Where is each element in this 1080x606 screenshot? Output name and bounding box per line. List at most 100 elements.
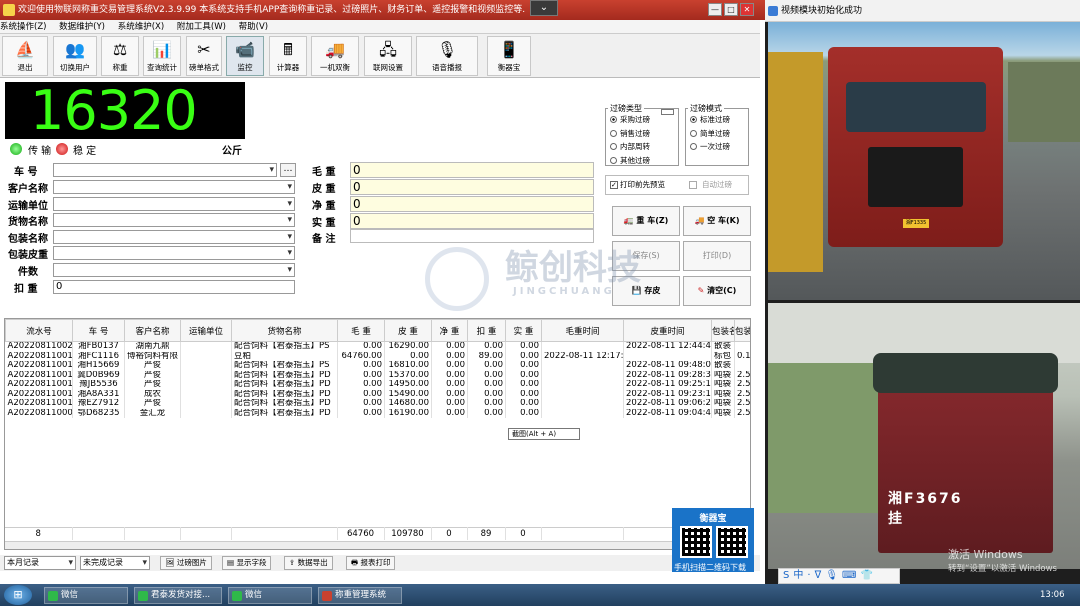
taskbar-item[interactable]: 君泰发货对接... — [134, 587, 222, 604]
records-table[interactable]: 流水号车 号客户名称 运输单位 货物名称毛 重皮 重净 重扣 重实 重毛重时间 皮重时… — [4, 318, 751, 550]
table-cell: 配合饲料【君泰指玉】PS — [231, 341, 338, 352]
table-row[interactable]: A202208110012 豫JB5536 严俊 配合饲料【君泰指玉】PD 0.00 14… — [5, 380, 750, 390]
transfer-label: 传 输 — [28, 146, 52, 157]
toolbar-chart-button[interactable]: 📊 查询统计 — [143, 36, 181, 76]
column-header[interactable]: 包装名称 — [711, 319, 735, 342]
weight-field-4[interactable] — [350, 229, 594, 243]
weigh-photos-button[interactable]: 🖼 过磅图片 — [160, 556, 212, 570]
column-header[interactable]: 包装皮重 — [734, 319, 750, 342]
toolbar-calculator-button[interactable]: 🖩 计算器 — [269, 36, 307, 76]
heavy-vehicle-button[interactable]: 🚛 重 车(Z) — [612, 206, 680, 236]
menu-tools[interactable]: 附加工具(W) — [177, 22, 226, 32]
menu-maintenance[interactable]: 系统维护(X) — [118, 22, 164, 32]
taskbar-item[interactable]: 称重管理系统 — [318, 587, 402, 604]
column-header[interactable]: 皮重时间 — [623, 319, 712, 342]
table-cell: 2022-08-11 12:17:3 — [541, 351, 624, 361]
table-cell: 0.00 — [337, 389, 385, 399]
ime-toolbar[interactable]: S中·ᐁ🎙⌨👕◫⚙ — [778, 568, 900, 595]
taskbar-item[interactable]: 微信 — [228, 587, 312, 604]
field-input-5[interactable] — [53, 246, 295, 260]
weigh-type-option-0[interactable]: 采购过磅 — [610, 114, 650, 125]
minimize-button[interactable]: — — [708, 3, 722, 16]
plate-lookup-button[interactable]: … — [280, 163, 296, 177]
toolbar-network-button[interactable]: 🖧 联网设置 — [364, 36, 412, 76]
screenshot-dropdown-button[interactable]: ⌄ — [530, 0, 558, 16]
weigh-type-option-1[interactable]: 销售过磅 — [610, 128, 650, 139]
weight-field-1[interactable]: 0 — [350, 179, 594, 195]
table-cell: 配合饲料【君泰指玉】PD — [231, 389, 338, 399]
field-input-0[interactable] — [53, 163, 277, 177]
table-row[interactable]: A202208110020 湘FB0137 湖南九鼎 配合饲料【君泰指玉】PS 0.00… — [5, 341, 750, 352]
column-header[interactable]: 客户名称 — [124, 319, 181, 342]
toolbar-camera-button[interactable]: 📹 监控 — [226, 36, 264, 76]
print-preview-checkbox[interactable]: ✓ — [610, 181, 618, 189]
column-header[interactable]: 实 重 — [505, 319, 542, 342]
toolbar-scale-button[interactable]: ⚖ 称重 — [101, 36, 139, 76]
record-filter-select[interactable]: 未完成记录 — [80, 556, 150, 570]
weigh-mode-option-0[interactable]: 标准过磅 — [690, 114, 730, 125]
menu-data[interactable]: 数据维护(Y) — [59, 22, 105, 32]
print-report-button[interactable]: 🖶 报表打印 — [346, 556, 396, 570]
toolbar-tools-button[interactable]: ✂ 磅单格式 — [186, 36, 222, 76]
field-input-3[interactable] — [53, 213, 295, 227]
table-cell: 0.00 — [505, 361, 542, 371]
weigh-type-option-2[interactable]: 内部周转 — [610, 141, 650, 152]
table-cell — [180, 389, 232, 399]
table-row[interactable]: A202208110013 冀D0B969 严俊 配合饲料【君泰指玉】PD 0.00 15… — [5, 370, 750, 380]
field-input-4[interactable] — [53, 230, 295, 244]
table-row[interactable]: A202208110009 鄂D68235 金汇龙 配合饲料【君泰指玉】PD 0.00 1… — [5, 408, 750, 418]
camera-feed-front[interactable]: 湘F1335 — [768, 22, 1080, 300]
maximize-button[interactable]: □ — [724, 3, 738, 16]
field-input-6[interactable] — [53, 263, 295, 277]
column-header[interactable]: 扣 重 — [467, 319, 506, 342]
column-header[interactable]: 货物名称 — [231, 319, 338, 342]
empty-vehicle-button[interactable]: 🚚 空 车(K) — [683, 206, 751, 236]
toolbar-microphone-button[interactable]: 🎙 语音播报 — [416, 36, 478, 76]
table-row[interactable]: A202208110011 湘A8A331 成农 配合饲料【君泰指玉】PD 0.00 15… — [5, 389, 750, 399]
display-fields-button[interactable]: ▤ 显示字段 — [222, 556, 272, 570]
weigh-mode-option-1[interactable]: 简单过磅 — [690, 128, 730, 139]
column-header[interactable]: 流水号 — [5, 319, 73, 342]
menu-help[interactable]: 帮助(V) — [239, 22, 268, 32]
start-button[interactable]: ⊞ — [4, 585, 32, 605]
table-row[interactable]: A202208110015 湘H15669 严俊 配合饲料【君泰指玉】PS 0.00 16… — [5, 361, 750, 371]
weigh-mode-option-2[interactable]: 一次过磅 — [690, 141, 730, 152]
weight-field-0[interactable]: 0 — [350, 162, 594, 178]
weight-field-2[interactable]: 0 — [350, 196, 594, 212]
clear-button[interactable]: ✎ 清空(C) — [683, 276, 751, 306]
toolbar-phone-button[interactable]: 📱 衡器宝 — [487, 36, 531, 76]
column-header[interactable]: 车 号 — [72, 319, 125, 342]
weight-field-3[interactable]: 0 — [350, 213, 594, 229]
table-row[interactable]: A202208110019 湘FC1116 博裕饲料有限 豆粕 64760.00 0.00… — [5, 351, 750, 361]
field-input-7[interactable]: 0 — [53, 280, 295, 294]
print-button[interactable]: 打印(D) — [683, 241, 751, 271]
toolbar-truck-button[interactable]: 🚚 一机双衡 — [311, 36, 359, 76]
field-input-1[interactable] — [53, 180, 295, 194]
column-header[interactable]: 净 重 — [431, 319, 468, 342]
window-title-bar[interactable]: 欢迎使用物联网称重交易管理系统V2.3.9.99 本系统支持手机APP查询称重记… — [0, 0, 765, 20]
export-data-button[interactable]: ⇪ 数据导出 — [284, 556, 333, 570]
field-input-2[interactable] — [53, 197, 295, 211]
column-header[interactable]: 皮 重 — [384, 319, 432, 342]
camera-feed-rear[interactable]: 湘F3676 挂 — [768, 303, 1080, 569]
toolbar-exit-button[interactable]: ⛵ 退出 — [2, 36, 48, 76]
table-cell — [541, 408, 624, 418]
menu-system[interactable]: 系统操作(Z) — [0, 22, 46, 32]
taskbar-item[interactable]: 微信 — [44, 587, 128, 604]
column-header[interactable]: 运输单位 — [180, 319, 232, 342]
radio-label: 销售过磅 — [620, 128, 650, 138]
horizontal-scrollbar[interactable] — [5, 541, 750, 549]
video-window-title[interactable]: 视频模块初始化成功 — [765, 0, 1080, 22]
toolbar-users-button[interactable]: 👥 切换用户 — [53, 36, 97, 76]
radio-icon — [610, 116, 617, 123]
weigh-type-option-3[interactable]: 其他过磅 — [610, 155, 650, 166]
close-button[interactable]: ✕ — [740, 3, 754, 16]
record-range-select[interactable]: 本月记录 — [4, 556, 76, 570]
column-header[interactable]: 毛 重 — [337, 319, 385, 342]
qr-download-panel[interactable]: 衡器宝 手机扫描二维码下载 — [672, 508, 754, 572]
menu-bar: 系统操作(Z) 数据维护(Y) 系统维护(X) 附加工具(W) 帮助(V) — [0, 20, 760, 34]
auto-weigh-checkbox[interactable] — [689, 181, 697, 189]
column-header[interactable]: 毛重时间 — [541, 319, 624, 342]
table-row[interactable]: A202208110010 豫EZ7912 严俊 配合饲料【君泰指玉】PD 0.00 14… — [5, 399, 750, 409]
table-cell: 配合饲料【君泰指玉】PD — [231, 408, 338, 418]
